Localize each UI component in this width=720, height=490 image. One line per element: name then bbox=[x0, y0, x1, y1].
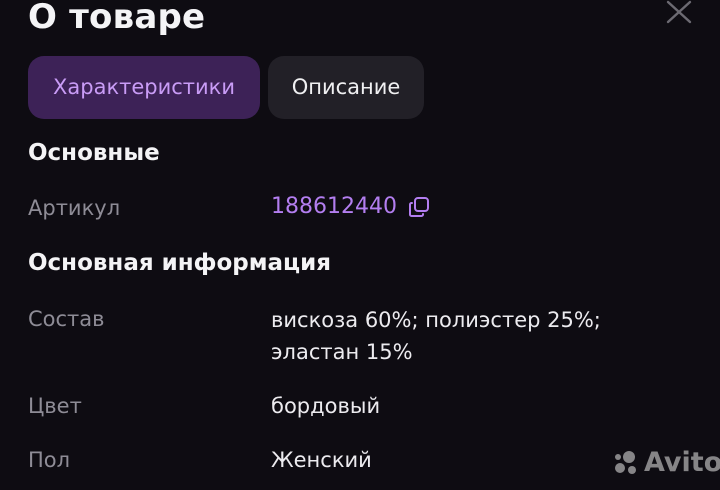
section-title-basic: Основные bbox=[28, 140, 160, 166]
avito-logo-icon bbox=[615, 451, 636, 474]
tab-characteristics[interactable]: Характеристики bbox=[28, 56, 260, 119]
avito-watermark-text: Avito bbox=[644, 447, 720, 478]
close-icon bbox=[666, 0, 692, 24]
gender-value: Женский bbox=[271, 448, 372, 472]
article-copy[interactable]: 188612440 bbox=[271, 192, 431, 222]
color-value: бордовый bbox=[271, 394, 381, 418]
avito-watermark: Avito bbox=[612, 446, 720, 480]
copy-icon[interactable] bbox=[407, 195, 431, 219]
composition-label: Состав bbox=[28, 307, 105, 331]
composition-value: вискоза 60%; полиэстер 25%; эластан 15% bbox=[271, 308, 601, 364]
tab-description[interactable]: Описание bbox=[268, 56, 424, 119]
gender-label: Пол bbox=[28, 448, 71, 472]
color-label: Цвет bbox=[28, 394, 82, 418]
page-title: О товаре bbox=[28, 0, 206, 37]
article-label: Артикул bbox=[28, 196, 121, 220]
close-button[interactable] bbox=[664, 0, 694, 24]
article-number: 188612440 bbox=[271, 194, 397, 219]
section-title-main-info: Основная информация bbox=[28, 250, 331, 276]
